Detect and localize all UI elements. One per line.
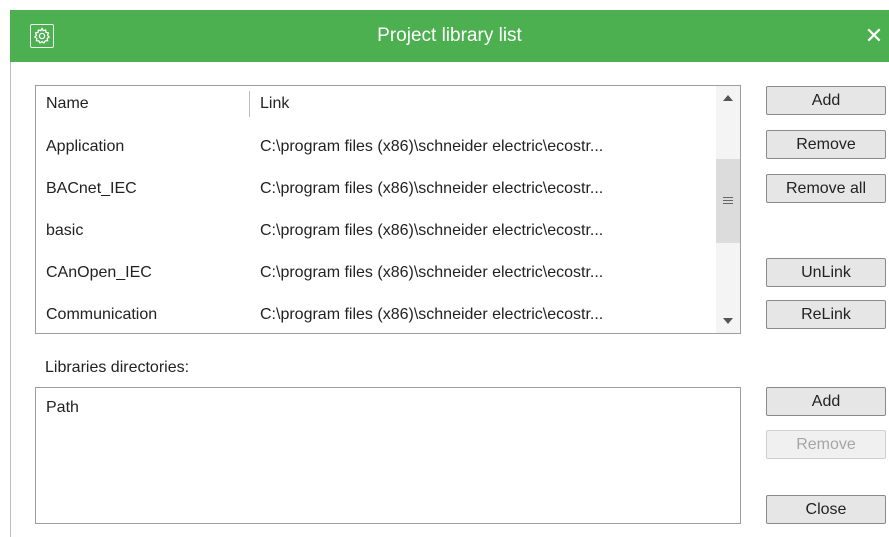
add-directory-button[interactable]: Add — [766, 387, 886, 416]
library-name: Application — [46, 138, 125, 155]
library-link: C:\program files (x86)\schneider electri… — [260, 180, 604, 197]
add-library-button[interactable]: Add — [766, 86, 886, 115]
relink-button[interactable]: ReLink — [766, 300, 886, 329]
column-header-path[interactable]: Path — [46, 388, 79, 428]
library-link: C:\program files (x86)\schneider electri… — [260, 306, 604, 323]
grip-icon — [723, 197, 733, 204]
library-name: BACnet_IEC — [46, 180, 137, 197]
close-icon[interactable]: ✕ — [859, 10, 889, 62]
library-name: Communication — [46, 306, 158, 323]
library-link: C:\program files (x86)\schneider electri… — [260, 138, 604, 155]
remove-library-button[interactable]: Remove — [766, 130, 886, 159]
unlink-button[interactable]: UnLink — [766, 258, 886, 287]
dialog-title: Project library list — [377, 25, 522, 46]
close-button[interactable]: Close — [766, 495, 886, 524]
remove-directory-button: Remove — [766, 430, 886, 459]
scroll-thumb[interactable] — [716, 159, 740, 243]
vertical-scrollbar[interactable] — [716, 86, 740, 333]
directories-list[interactable]: Path — [35, 387, 741, 524]
table-row[interactable]: Communication C:\program files (x86)\sch… — [36, 294, 716, 336]
remove-all-button[interactable]: Remove all — [766, 174, 886, 203]
table-header: Name Link — [36, 86, 716, 121]
library-link: C:\program files (x86)\schneider electri… — [260, 222, 604, 239]
table-row[interactable]: Application C:\program files (x86)\schne… — [36, 126, 716, 168]
library-link: C:\program files (x86)\schneider electri… — [260, 264, 604, 281]
column-divider[interactable] — [249, 91, 250, 117]
scroll-down-icon[interactable] — [716, 309, 740, 333]
library-table: Name Link Application C:\program files (… — [35, 85, 741, 334]
libraries-directories-label: Libraries directories: — [45, 359, 190, 376]
table-row[interactable]: CAnOpen_IEC C:\program files (x86)\schne… — [36, 252, 716, 294]
window-border — [10, 62, 11, 537]
column-header-name[interactable]: Name — [46, 86, 89, 121]
title-bar: Project library list ✕ — [10, 10, 889, 62]
table-row[interactable]: basic C:\program files (x86)\schneider e… — [36, 210, 716, 252]
scroll-up-icon[interactable] — [716, 86, 740, 110]
library-name: CAnOpen_IEC — [46, 264, 152, 281]
table-row[interactable]: BACnet_IEC C:\program files (x86)\schnei… — [36, 168, 716, 210]
library-name: basic — [46, 222, 84, 239]
column-header-link[interactable]: Link — [260, 86, 289, 121]
